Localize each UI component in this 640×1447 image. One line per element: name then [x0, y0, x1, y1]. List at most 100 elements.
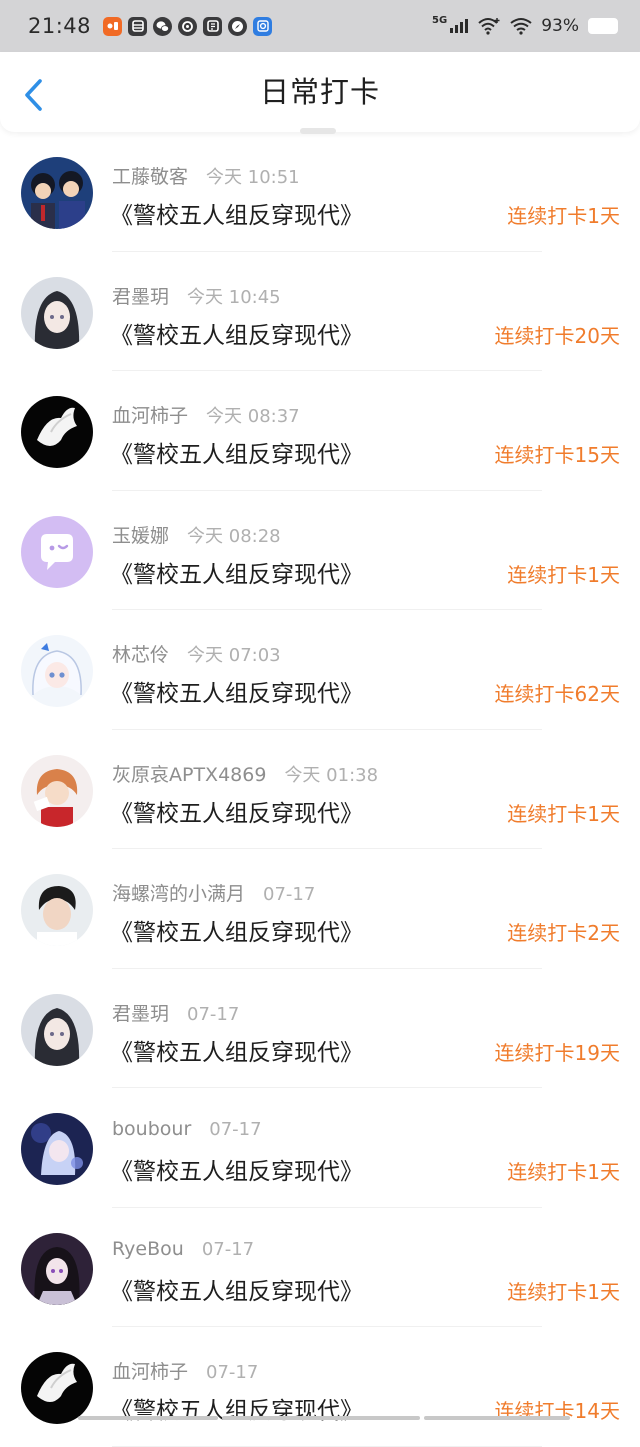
checkin-item[interactable]: 玉媛娜 今天 08:28 《警校五人组反穿现代》 连续打卡1天 [0, 491, 640, 611]
checkin-time: 今天 10:45 [187, 286, 281, 308]
checkin-item[interactable]: 灰原哀APTX4869 今天 01:38 《警校五人组反穿现代》 连续打卡1天 [0, 730, 640, 850]
checkin-list: 工藤敬客 今天 10:51 《警校五人组反穿现代》 连续打卡1天 君墨玥 今天 10… [0, 132, 640, 1447]
avatar[interactable] [21, 635, 93, 707]
wifi-plus-icon [478, 18, 500, 35]
home-indicator-right [424, 1416, 570, 1420]
checkin-time: 今天 08:37 [206, 406, 300, 427]
avatar[interactable] [21, 515, 93, 588]
streak-label: 连续打卡15天 [494, 443, 620, 467]
checkin-item[interactable]: 血河柿子 07-17 《警校五人组反穿现代》 连续打卡14天 [0, 1327, 640, 1447]
streak-label: 连续打卡1天 [507, 1279, 620, 1304]
user-name-line: 血河柿子 今天 08:37 [112, 401, 300, 428]
page-title: 日常打卡 [259, 75, 380, 109]
avatar[interactable] [21, 1113, 93, 1185]
user-name[interactable]: boubour [112, 1118, 191, 1140]
checkin-time: 07-17 [206, 1362, 259, 1383]
checkin-item[interactable]: 君墨玥 今天 10:45 《警校五人组反穿现代》 连续打卡20天 [0, 252, 640, 372]
avatar[interactable] [21, 396, 93, 468]
cellular-signal-icon [450, 19, 469, 33]
user-name[interactable]: 工藤敬客 [112, 166, 188, 188]
user-name-line: 血河柿子 07-17 [112, 1357, 258, 1384]
checkin-time: 今天 07:03 [187, 645, 281, 666]
status-time: 21:48 [28, 14, 92, 38]
avatar[interactable] [21, 157, 93, 229]
user-name-line: 工藤敬客 今天 10:51 [112, 162, 300, 189]
user-name[interactable]: 血河柿子 [112, 405, 188, 427]
status-bar: 21:48 5G 93% [0, 0, 640, 52]
book-title[interactable]: 《警校五人组反穿现代》 [110, 1033, 363, 1067]
avatar[interactable] [21, 276, 93, 349]
checkin-time: 07-17 [209, 1119, 262, 1140]
user-name[interactable]: 灰原哀APTX4869 [112, 764, 266, 786]
avatar[interactable] [21, 754, 93, 827]
book-title[interactable]: 《警校五人组反穿现代》 [110, 913, 363, 947]
checkin-time: 07-17 [263, 884, 316, 905]
checkin-item[interactable]: 血河柿子 今天 08:37 《警校五人组反穿现代》 连续打卡15天 [0, 371, 640, 491]
checkin-time: 07-17 [201, 1238, 255, 1260]
avatar[interactable] [21, 874, 93, 946]
checkin-time: 今天 08:28 [187, 525, 281, 547]
checkin-time: 今天 01:38 [284, 764, 379, 786]
battery-icon [588, 18, 618, 34]
checkin-time: 今天 10:51 [206, 167, 300, 188]
book-title[interactable]: 《警校五人组反穿现代》 [110, 435, 363, 469]
battery-percentage: 93% [541, 16, 579, 36]
wifi-icon [510, 18, 532, 35]
user-name-line: 玉媛娜 今天 08:28 [112, 521, 281, 548]
home-indicator-center [222, 1416, 420, 1420]
wechat-icon [153, 16, 173, 36]
user-name[interactable]: 林芯伶 [112, 644, 169, 666]
notification-icons [103, 16, 273, 36]
document-app-icon [203, 16, 223, 36]
network-type-label: 5G [432, 14, 448, 26]
book-title[interactable]: 《警校五人组反穿现代》 [110, 674, 363, 708]
user-name-line: 君墨玥 07-17 [112, 999, 239, 1026]
sync-app-icon [178, 16, 198, 36]
user-name[interactable]: RyeBou [112, 1238, 184, 1260]
back-button[interactable] [20, 78, 50, 111]
checkin-item[interactable]: 工藤敬客 今天 10:51 《警校五人组反穿现代》 连续打卡1天 [0, 132, 640, 252]
chevron-left-icon [25, 79, 42, 111]
streak-label: 连续打卡1天 [507, 204, 620, 228]
user-name-line: RyeBou 07-17 [112, 1238, 254, 1260]
book-title[interactable]: 《警校五人组反穿现代》 [110, 1152, 363, 1186]
compass-app-icon [228, 16, 248, 36]
navigation-bar: 日常打卡 [0, 52, 640, 132]
home-indicator-left [78, 1416, 218, 1420]
streak-label: 连续打卡62天 [494, 682, 620, 706]
user-name[interactable]: 君墨玥 [112, 286, 169, 308]
book-title[interactable]: 《警校五人组反穿现代》 [110, 555, 363, 589]
checkin-item[interactable]: 君墨玥 07-17 《警校五人组反穿现代》 连续打卡19天 [0, 969, 640, 1089]
streak-label: 连续打卡1天 [507, 801, 620, 826]
checkin-item[interactable]: 海螺湾的小满月 07-17 《警校五人组反穿现代》 连续打卡2天 [0, 849, 640, 969]
streak-label: 连续打卡19天 [494, 1040, 620, 1065]
checkin-item[interactable]: RyeBou 07-17 《警校五人组反穿现代》 连续打卡1天 [0, 1208, 640, 1328]
user-name-line: 君墨玥 今天 10:45 [112, 282, 281, 309]
user-name[interactable]: 海螺湾的小满月 [112, 883, 245, 905]
user-name[interactable]: 君墨玥 [112, 1003, 169, 1025]
streak-label: 连续打卡2天 [507, 921, 620, 945]
user-name-line: 灰原哀APTX4869 今天 01:38 [112, 760, 378, 787]
user-name-line: boubour 07-17 [112, 1118, 262, 1140]
avatar[interactable] [21, 1232, 93, 1305]
checkin-time: 07-17 [187, 1003, 240, 1025]
avatar[interactable] [21, 1352, 93, 1424]
avatar[interactable] [21, 993, 93, 1066]
user-name-line: 海螺湾的小满月 07-17 [112, 879, 315, 906]
taobao-app-icon [103, 16, 123, 36]
user-name-line: 林芯伶 今天 07:03 [112, 640, 281, 667]
sim-card-icon [128, 16, 148, 36]
user-name[interactable]: 血河柿子 [112, 1361, 188, 1383]
streak-label: 连续打卡1天 [507, 1160, 620, 1184]
book-title[interactable]: 《警校五人组反穿现代》 [110, 196, 363, 230]
alipay-app-icon [253, 16, 273, 36]
system-icons: 5G 93% [432, 14, 618, 36]
checkin-item[interactable]: boubour 07-17 《警校五人组反穿现代》 连续打卡1天 [0, 1088, 640, 1208]
user-name[interactable]: 玉媛娜 [112, 525, 169, 547]
checkin-item[interactable]: 林芯伶 今天 07:03 《警校五人组反穿现代》 连续打卡62天 [0, 610, 640, 730]
book-title[interactable]: 《警校五人组反穿现代》 [110, 794, 363, 828]
streak-label: 连续打卡20天 [494, 323, 620, 348]
book-title[interactable]: 《警校五人组反穿现代》 [110, 316, 363, 350]
streak-label: 连续打卡1天 [507, 562, 620, 587]
book-title[interactable]: 《警校五人组反穿现代》 [110, 1272, 363, 1306]
